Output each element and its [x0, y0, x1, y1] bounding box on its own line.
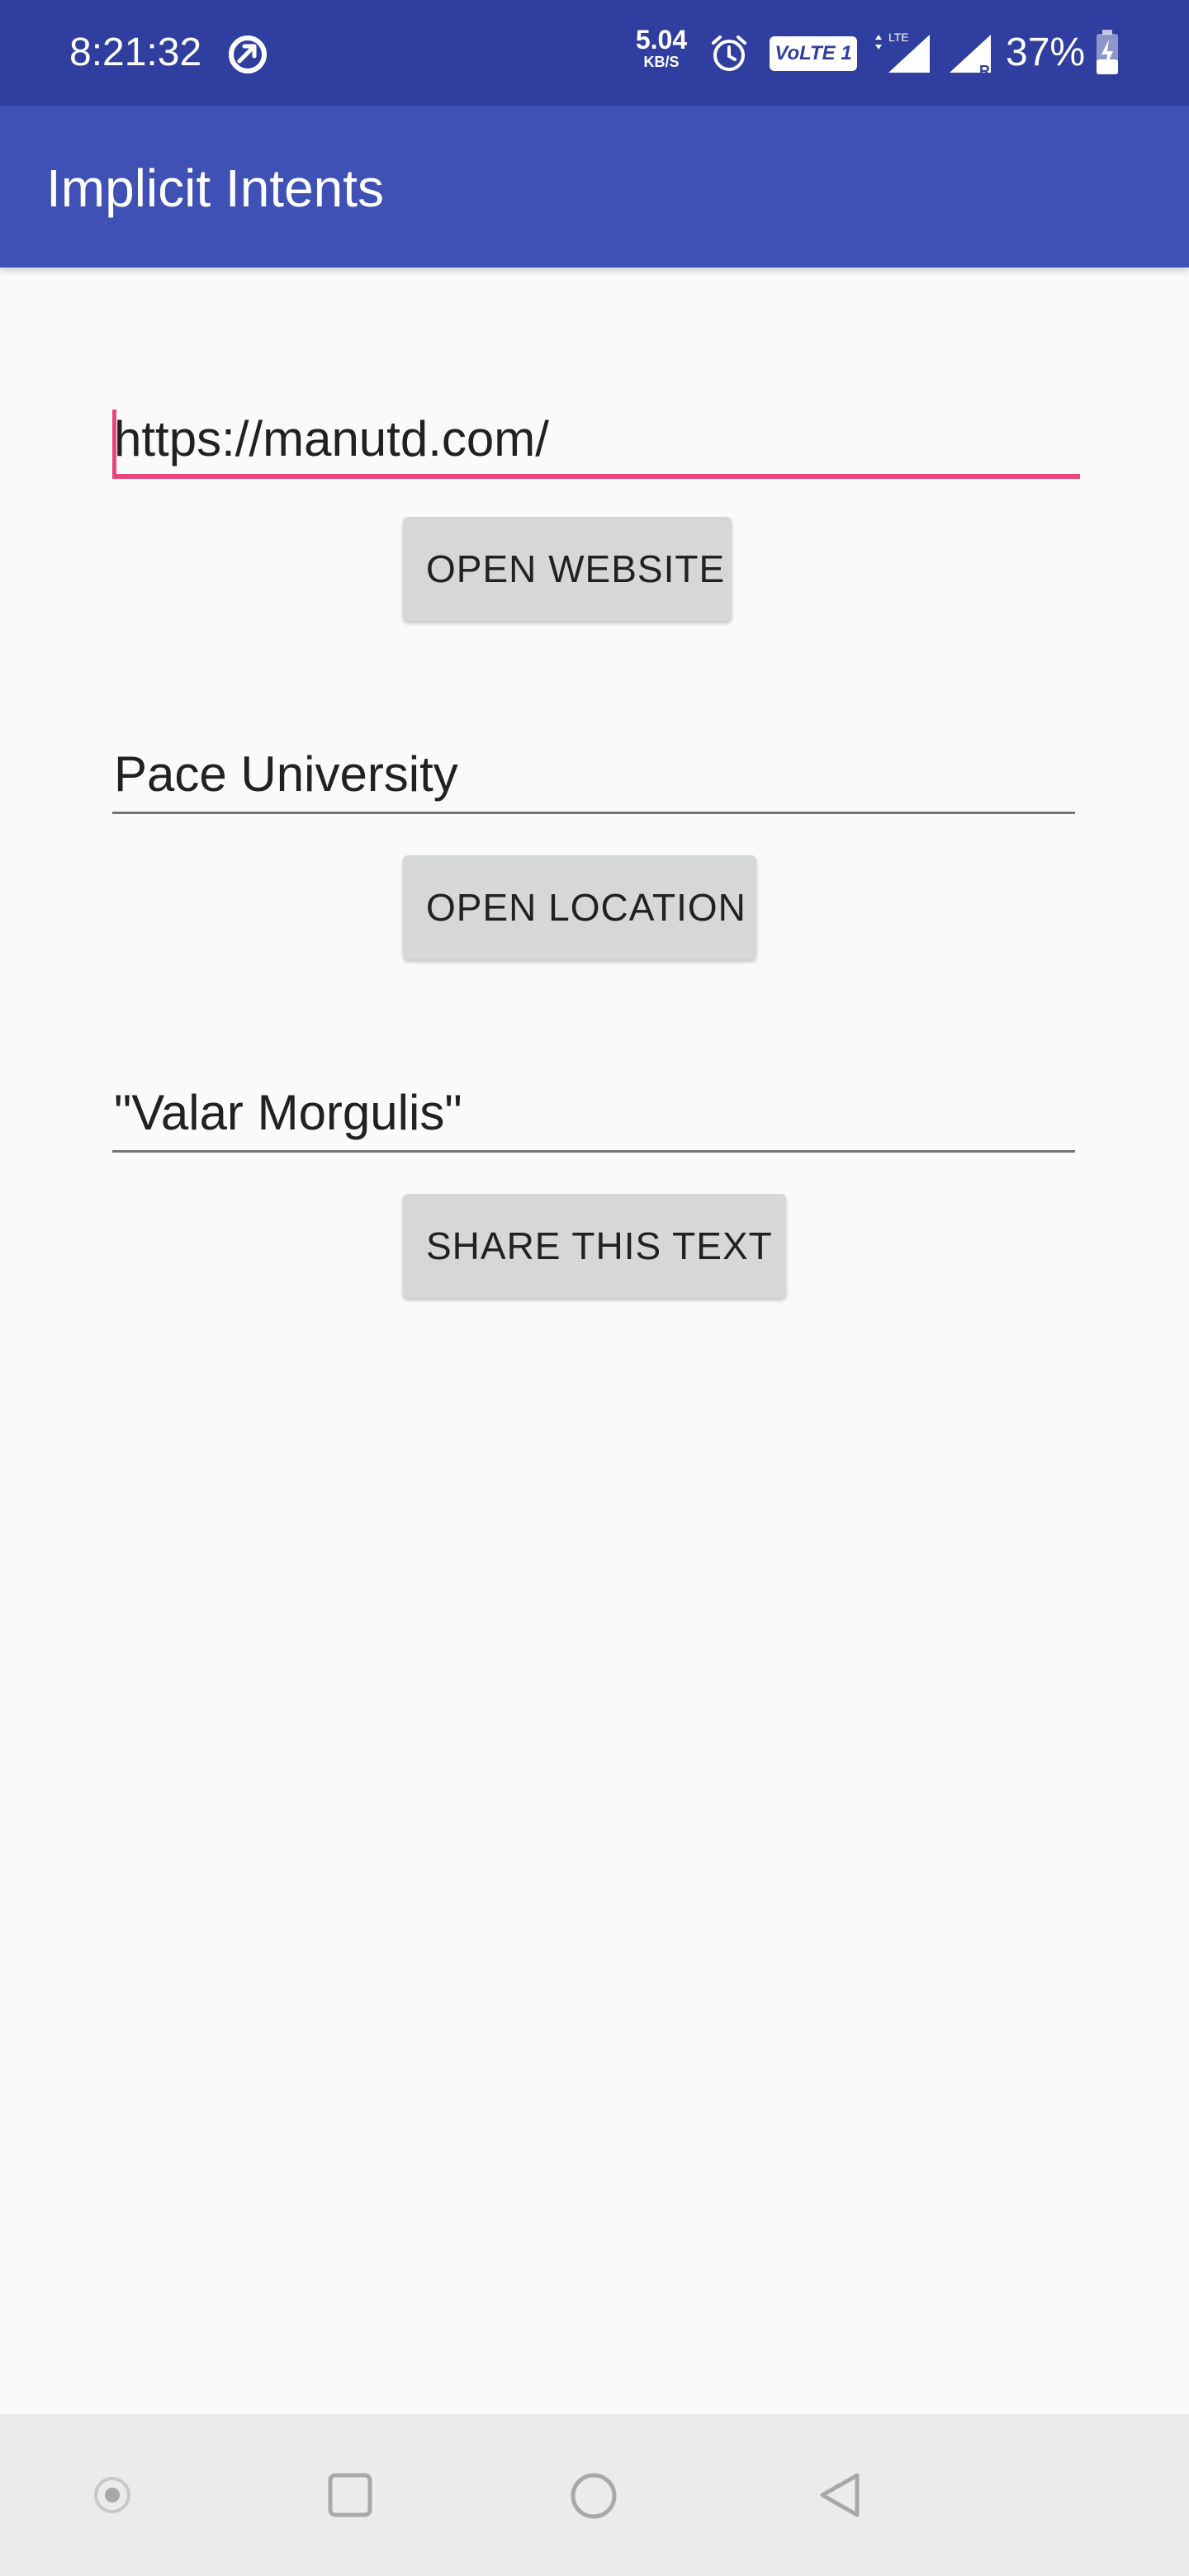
network-speed: 5.04 KB/S — [632, 26, 690, 69]
status-time: 8:21:32 — [69, 31, 202, 74]
open-location-button[interactable]: OPEN LOCATION — [403, 855, 756, 959]
back-triangle-icon[interactable] — [816, 2470, 864, 2520]
navigation-bar — [0, 2414, 1189, 2576]
share-text-underline — [112, 1150, 1075, 1153]
website-url-input[interactable]: https://manutd.com/ — [112, 396, 1080, 479]
volte-icon: VoLTE 1 — [770, 36, 857, 71]
website-url-underline — [112, 474, 1080, 479]
location-input[interactable]: Pace University — [112, 732, 1075, 814]
app-title: Implicit Intents — [46, 159, 385, 218]
location-value: Pace University — [114, 746, 458, 802]
website-url-value: https://manutd.com/ — [114, 411, 549, 466]
battery-percent: 37% — [1006, 31, 1086, 74]
network-speed-unit: KB/S — [643, 54, 680, 70]
assistant-dot-icon[interactable] — [91, 2474, 134, 2517]
svg-text:LTE: LTE — [888, 31, 909, 44]
share-text-input[interactable]: "Valar Morgulis" — [112, 1070, 1075, 1153]
svg-text:R: R — [979, 63, 990, 78]
app-bar: Implicit Intents — [0, 106, 1189, 268]
share-text-button[interactable]: SHARE THIS TEXT — [403, 1194, 786, 1298]
battery-charging-icon — [1097, 30, 1118, 74]
network-speed-value: 5.04 — [635, 25, 688, 54]
roaming-signal-icon: R — [950, 35, 991, 78]
open-website-button[interactable]: OPEN WEBSITE — [403, 517, 732, 621]
lte-signal-icon: LTE — [875, 31, 930, 73]
home-circle-icon[interactable] — [570, 2472, 618, 2520]
recents-square-icon[interactable] — [327, 2472, 373, 2518]
status-bar: 8:21:32 5.04 KB/S VoLTE 1 LTE R 37% — [0, 0, 1189, 106]
location-underline — [112, 812, 1075, 814]
alarm-icon — [712, 36, 746, 71]
data-saver-icon — [229, 36, 267, 73]
share-text-value: "Valar Morgulis" — [114, 1085, 462, 1140]
